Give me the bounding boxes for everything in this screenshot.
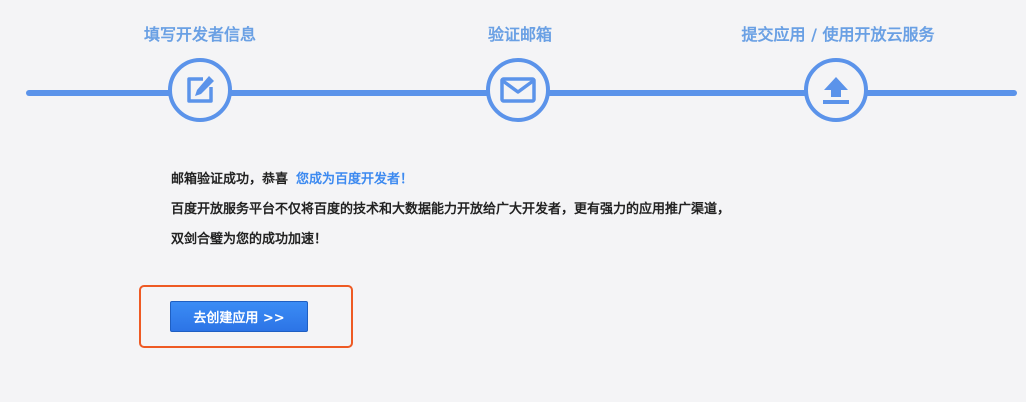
step-label-submit-app: 提交应用 / 使用开放云服务 [741, 25, 935, 44]
step-label-verify-email: 验证邮箱 [487, 25, 553, 44]
create-app-button[interactable]: 去创建应用 >> [170, 301, 308, 332]
envelope-icon [500, 77, 536, 103]
message-line-1: 邮箱验证成功，恭喜 您成为百度开发者！ [171, 165, 730, 195]
message-success-text: 邮箱验证成功，恭喜 [171, 172, 289, 187]
message-highlight-text: 您成为百度开发者！ [296, 172, 414, 187]
upload-icon [823, 77, 849, 104]
message-line-3: 双剑合璧为您的成功加速！ [171, 232, 328, 247]
step-circle-submit-app [804, 58, 868, 122]
step-label-developer-info: 填写开发者信息 [143, 25, 257, 44]
message-line-2: 百度开放服务平台不仅将百度的技术和大数据能力开放给广大开发者，更有强力的应用推广… [171, 202, 731, 217]
success-message: 邮箱验证成功，恭喜 您成为百度开发者！ 百度开放服务平台不仅将百度的技术和大数据能… [171, 165, 730, 255]
step-circle-developer-info [168, 58, 232, 122]
edit-icon [187, 76, 214, 103]
step-circle-verify-email [486, 58, 550, 122]
